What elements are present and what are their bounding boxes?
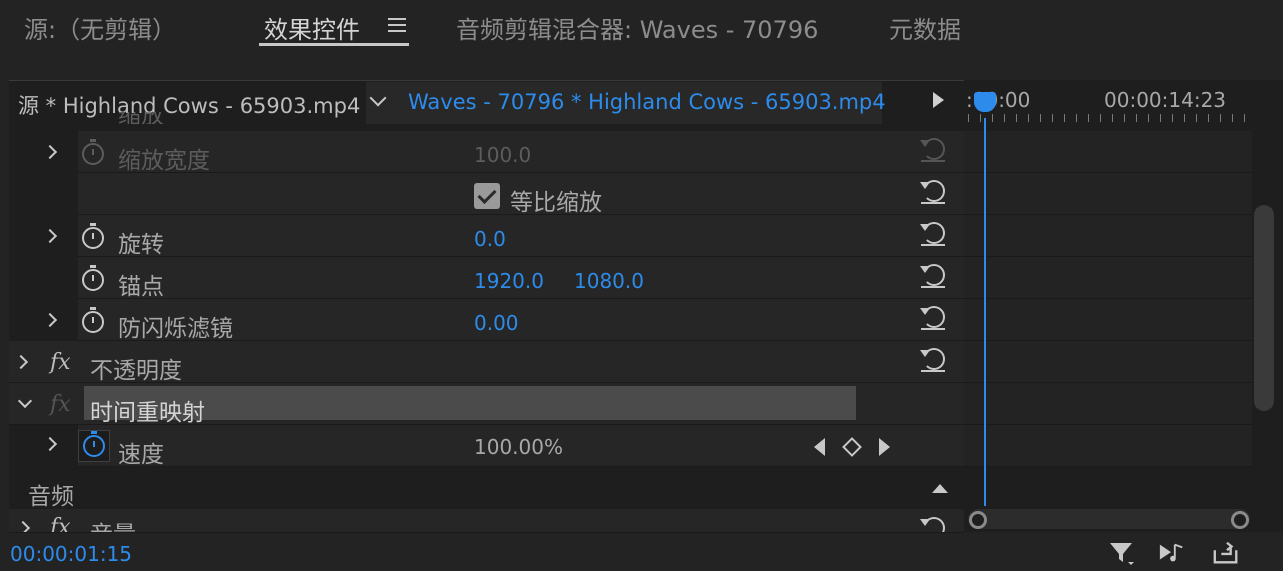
uniform-scale-checkbox[interactable] (474, 183, 500, 209)
reset-icon[interactable] (920, 304, 946, 330)
timeline-end-time: 00:00:14:23 (1104, 88, 1227, 112)
tab-audio-clip-mixer[interactable]: 音频剪辑混合器: Waves - 70796 (456, 10, 818, 45)
tab-metadata[interactable]: 元数据 (889, 10, 961, 45)
vertical-scrollbar[interactable] (1254, 205, 1274, 411)
tab-effect-controls[interactable]: 效果控件 (264, 10, 360, 45)
timeline-row (964, 341, 1252, 383)
expand-icon[interactable] (15, 520, 31, 532)
stopwatch-icon[interactable] (82, 265, 104, 291)
reset-icon[interactable] (920, 346, 946, 372)
filter-icon[interactable] (1108, 540, 1136, 566)
property-value[interactable]: 0.00 (474, 311, 519, 335)
active-tab-indicator (259, 43, 409, 46)
source-clip-label: 源 * Highland Cows - 65903.mp4 (18, 94, 361, 118)
stopwatch-icon[interactable] (82, 139, 104, 165)
reset-icon[interactable] (920, 220, 946, 246)
reset-icon[interactable] (920, 515, 946, 532)
playhead-handle[interactable] (974, 92, 996, 112)
zoom-handle-right[interactable] (1231, 511, 1249, 529)
sequence-clip-label[interactable]: Waves - 70796 * Highland Cows - 65903.mp… (408, 90, 886, 114)
effect-label: 不透明度 (90, 358, 182, 384)
hamburger-icon[interactable] (388, 18, 406, 32)
timeline-row (964, 383, 1252, 425)
tab-source[interactable]: 源:（无剪辑） (24, 10, 176, 45)
property-label: 速度 (118, 442, 164, 468)
property-value[interactable]: 0.0 (474, 227, 506, 251)
fx-icon[interactable]: fx (50, 515, 71, 532)
timeline-row (964, 299, 1252, 341)
timeline-row (964, 425, 1252, 467)
collapse-up-icon[interactable] (932, 484, 948, 493)
reset-icon[interactable] (920, 136, 946, 162)
playhead-line[interactable] (984, 118, 986, 506)
fx-icon[interactable]: fx (50, 350, 71, 375)
stopwatch-icon[interactable] (82, 223, 104, 249)
stopwatch-icon[interactable] (83, 431, 105, 457)
anchor-y-value[interactable]: 1080.0 (574, 269, 644, 293)
property-label: 防闪烁滤镜 (118, 316, 233, 342)
property-value[interactable]: 100.0 (474, 143, 531, 167)
property-label: 旋转 (118, 232, 164, 258)
anchor-x-value[interactable]: 1920.0 (474, 269, 544, 293)
property-value[interactable]: 100.00% (474, 435, 563, 459)
keyframe-next-icon[interactable] (879, 438, 890, 456)
zoom-scrollbar[interactable] (968, 509, 1250, 529)
stopwatch-icon[interactable] (82, 307, 104, 333)
property-label: 锚点 (118, 274, 164, 300)
timeline-ticks (968, 114, 1248, 122)
checkbox-label: 等比缩放 (510, 190, 602, 216)
effect-label: 音量 (90, 515, 136, 532)
fx-icon[interactable]: fx (50, 392, 71, 417)
scale-label-cut: 缩放 (118, 112, 164, 124)
effect-label[interactable]: 时间重映射 (90, 393, 205, 427)
reset-icon[interactable] (920, 178, 946, 204)
play-audio-icon[interactable] (1158, 540, 1186, 566)
reset-icon[interactable] (920, 262, 946, 288)
zoom-handle-left[interactable] (969, 511, 987, 529)
property-row-rotation (78, 215, 964, 257)
property-label: 缩放宽度 (118, 148, 210, 174)
section-header-audio[interactable] (9, 468, 964, 508)
timeline-row (964, 215, 1252, 257)
timeline-row (964, 131, 1252, 173)
export-icon[interactable] (1212, 540, 1240, 566)
timeline-row (964, 173, 1252, 215)
effect-row-volume: fx 音量 (9, 509, 964, 533)
keyframe-prev-icon[interactable] (814, 438, 825, 456)
play-icon[interactable] (933, 92, 944, 108)
timeline-row (964, 257, 1252, 299)
section-label: 音频 (28, 484, 74, 510)
current-timecode[interactable]: 00:00:01:15 (10, 542, 132, 566)
